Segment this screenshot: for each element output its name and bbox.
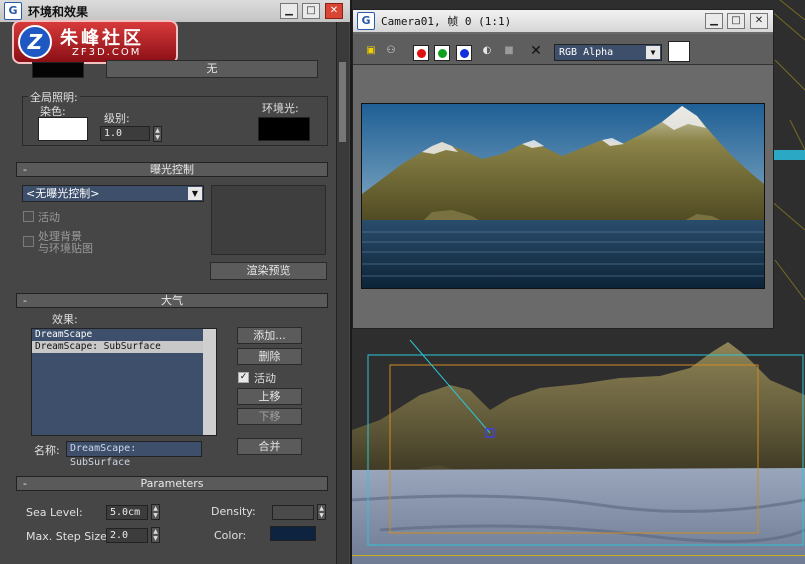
sea-level-label: Sea Level: <box>26 506 83 519</box>
close-icon[interactable]: ✕ <box>750 13 768 29</box>
environment-effects-window: G 环境和效果 ▁ □ ✕ Z 朱峰社区 ZF3D.COM 无 全局照明: 染色… <box>0 0 352 564</box>
density-label: Density: <box>211 505 256 518</box>
logo-circle-icon: Z <box>18 25 52 59</box>
mono-icon[interactable]: ◐ <box>479 43 495 59</box>
density-spinner[interactable] <box>272 505 314 520</box>
delete-effect-button[interactable]: 删除 <box>237 348 302 365</box>
move-down-button[interactable]: 下移 <box>237 408 302 425</box>
sea-level-spinner[interactable]: 5.0cm <box>106 505 148 520</box>
max-step-size-label: Max. Step Size: <box>26 530 111 543</box>
exposure-active-checkbox[interactable] <box>23 211 34 222</box>
zf3d-logo: Z 朱峰社区 ZF3D.COM <box>12 20 178 64</box>
viewport-water <box>352 468 805 564</box>
camera-render-window: G Camera01, 帧 0 (1:1) ▁ □ ✕ ▣ ⚇ ◐ ■ ✕ RG… <box>352 9 774 329</box>
clone-icon[interactable]: ⚇ <box>383 43 399 59</box>
add-effect-button[interactable]: 添加... <box>237 327 302 344</box>
exposure-rollout-header[interactable]: - 曝光控制 <box>16 162 328 177</box>
effect-name-input[interactable]: DreamScape: SubSurface <box>66 441 202 468</box>
exposure-active-label: 活动 <box>38 211 60 224</box>
rendered-landscape <box>362 104 764 288</box>
rendered-image <box>361 103 765 289</box>
color-label: Color: <box>214 529 247 542</box>
move-up-button[interactable]: 上移 <box>237 388 302 405</box>
level-label: 级别: <box>104 112 130 125</box>
close-icon[interactable]: ✕ <box>325 3 343 19</box>
tint-color-swatch[interactable] <box>38 117 88 141</box>
ambient-color-swatch[interactable] <box>258 117 310 141</box>
effect-item-dreamscape[interactable]: DreamScape <box>32 329 216 341</box>
exposure-preview-box <box>211 185 326 255</box>
process-background-label: 处理背景 与环境贴图 <box>38 231 93 255</box>
env-window-title: 环境和效果 <box>28 4 89 19</box>
exposure-header-label: 曝光控制 <box>150 163 194 176</box>
maximize-icon[interactable]: □ <box>302 3 320 19</box>
camera-window-title: Camera01, 帧 0 (1:1) <box>381 15 512 28</box>
render-preview-button[interactable]: 渲染预览 <box>210 262 327 280</box>
parameters-rollout-header[interactable]: - Parameters <box>16 476 328 491</box>
minimize-icon[interactable]: ▁ <box>705 13 723 29</box>
exposure-dropdown-value: <无曝光控制> <box>26 187 100 200</box>
effect-active-label: 活动 <box>254 372 276 385</box>
green-channel-icon[interactable] <box>434 45 450 61</box>
render-sea <box>362 220 764 288</box>
background-color-swatch[interactable] <box>32 62 84 78</box>
rollout-collapse-icon: - <box>23 294 27 307</box>
env-scrollbar-thumb[interactable] <box>339 62 346 142</box>
env-scrollbar[interactable] <box>336 22 349 564</box>
cyan-marker <box>774 150 805 160</box>
background-swatch[interactable] <box>668 41 690 62</box>
effects-list-scrollbar[interactable] <box>203 329 216 435</box>
effects-label: 效果: <box>52 313 78 326</box>
max-step-size-spinner[interactable]: 2.0 <box>106 528 148 543</box>
exposure-dropdown[interactable]: <无曝光控制> ▼ <box>22 185 204 202</box>
level-spinner[interactable]: 1.0 <box>100 126 150 141</box>
atmosphere-rollout-header[interactable]: - 大气 <box>16 293 328 308</box>
sea-level-spinner-arrows[interactable]: ▲ ▼ <box>151 504 160 520</box>
process-background-checkbox[interactable] <box>23 236 34 247</box>
logo-url: ZF3D.COM <box>72 47 142 58</box>
app-icon: G <box>357 12 375 30</box>
effects-list[interactable]: DreamScape DreamScape: SubSurface <box>31 328 217 436</box>
rollout-collapse-icon: - <box>23 477 27 490</box>
alpha-icon[interactable]: ■ <box>501 43 517 59</box>
environment-map-button[interactable]: 无 <box>106 60 318 78</box>
red-channel-icon[interactable] <box>413 45 429 61</box>
effect-item-subsurface[interactable]: DreamScape: SubSurface <box>32 341 216 353</box>
effect-active-checkbox[interactable]: ✓ <box>238 372 249 383</box>
close-x-icon[interactable]: ✕ <box>528 43 544 59</box>
env-titlebar[interactable]: G 环境和效果 ▁ □ ✕ <box>0 0 350 22</box>
blue-channel-icon[interactable] <box>456 45 472 61</box>
chevron-down-icon[interactable]: ▼ <box>188 187 202 200</box>
effect-name-label: 名称: <box>34 444 60 457</box>
atmosphere-header-label: 大气 <box>161 294 183 307</box>
app-icon: G <box>4 2 22 20</box>
save-icon[interactable]: ▣ <box>363 43 379 59</box>
max-step-size-spinner-arrows[interactable]: ▲ ▼ <box>151 527 160 543</box>
water-color-swatch[interactable] <box>270 526 316 541</box>
rollout-collapse-icon: - <box>23 163 27 176</box>
parameters-header-label: Parameters <box>140 477 204 490</box>
chevron-down-icon[interactable]: ▼ <box>646 46 660 59</box>
process-background-label-line2: 与环境贴图 <box>38 242 93 255</box>
maximize-icon[interactable]: □ <box>727 13 745 29</box>
merge-button[interactable]: 合并 <box>237 438 302 455</box>
ambient-label: 环境光: <box>262 102 299 115</box>
level-spinner-arrows[interactable]: ▲ ▼ <box>153 126 162 142</box>
channel-dropdown[interactable]: RGB Alpha ▼ <box>554 44 662 61</box>
channel-dropdown-value: RGB Alpha <box>559 47 614 58</box>
density-spinner-arrows[interactable]: ▲ ▼ <box>317 504 326 520</box>
camera-titlebar[interactable]: G Camera01, 帧 0 (1:1) ▁ □ ✕ <box>353 10 773 32</box>
minimize-icon[interactable]: ▁ <box>280 3 298 19</box>
